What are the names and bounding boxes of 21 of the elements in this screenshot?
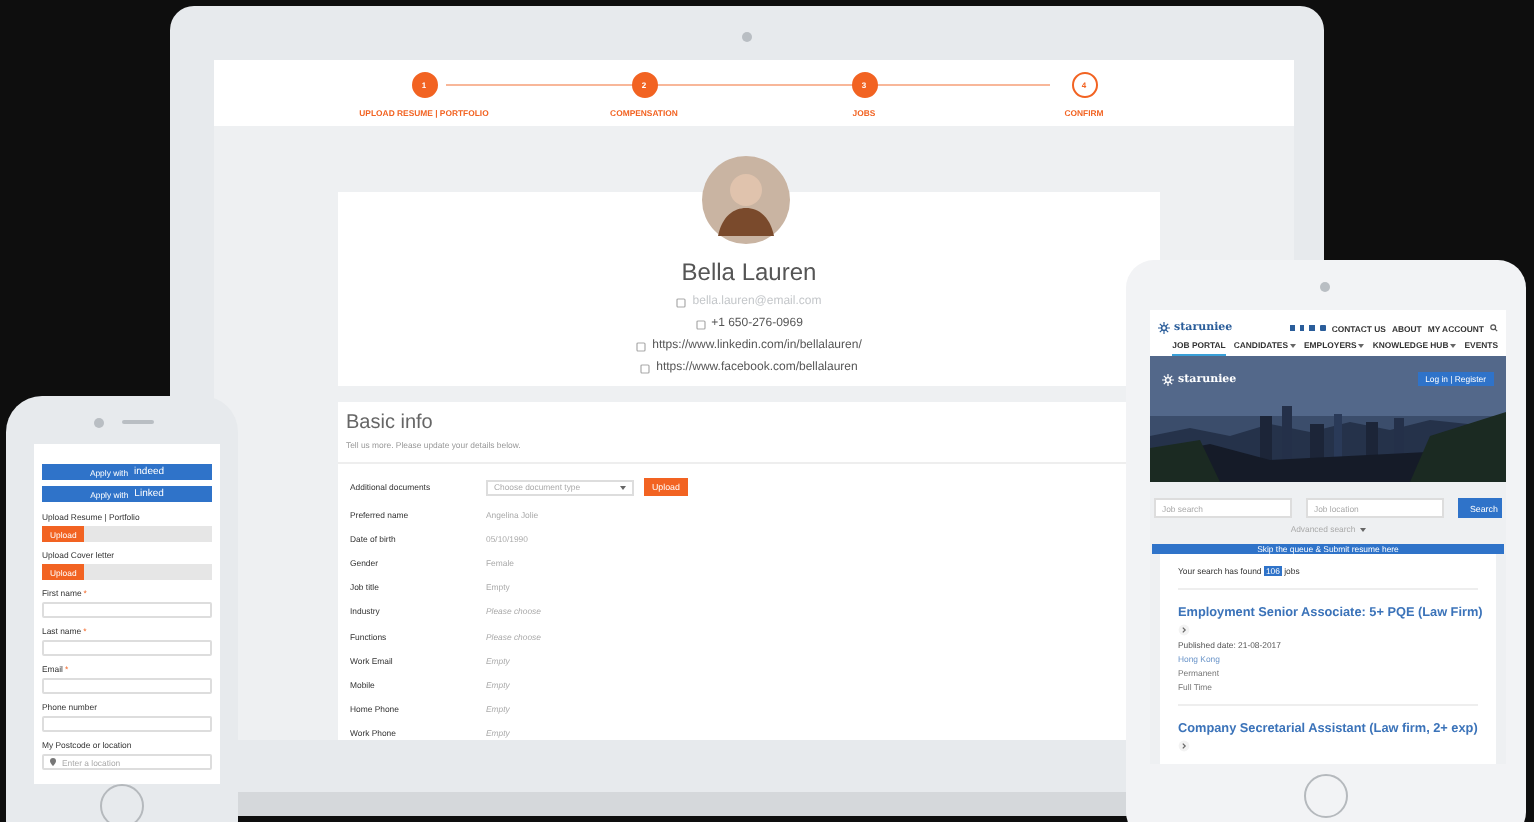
text-field[interactable] xyxy=(42,640,212,656)
search-icon xyxy=(1490,324,1498,332)
pin-icon xyxy=(50,758,56,766)
text-field[interactable] xyxy=(42,716,212,732)
logo-icon xyxy=(1162,373,1174,385)
logo-icon xyxy=(1158,322,1170,334)
caret-icon xyxy=(620,485,626,489)
caret-icon xyxy=(1290,343,1297,347)
home-button[interactable] xyxy=(1304,774,1348,818)
home-button[interactable] xyxy=(100,784,144,822)
caret-icon xyxy=(1359,527,1366,531)
avatar xyxy=(702,156,790,244)
social-icons xyxy=(1289,324,1326,332)
text-field[interactable] xyxy=(42,678,212,694)
caret-icon xyxy=(1450,343,1457,347)
caret-icon xyxy=(1358,343,1365,347)
section-title: Basic info xyxy=(346,412,435,434)
chevron-icon xyxy=(1178,624,1190,636)
text-field[interactable] xyxy=(42,602,212,618)
profile-name: Bella Lauren xyxy=(681,258,817,286)
chevron-icon xyxy=(1178,740,1190,752)
